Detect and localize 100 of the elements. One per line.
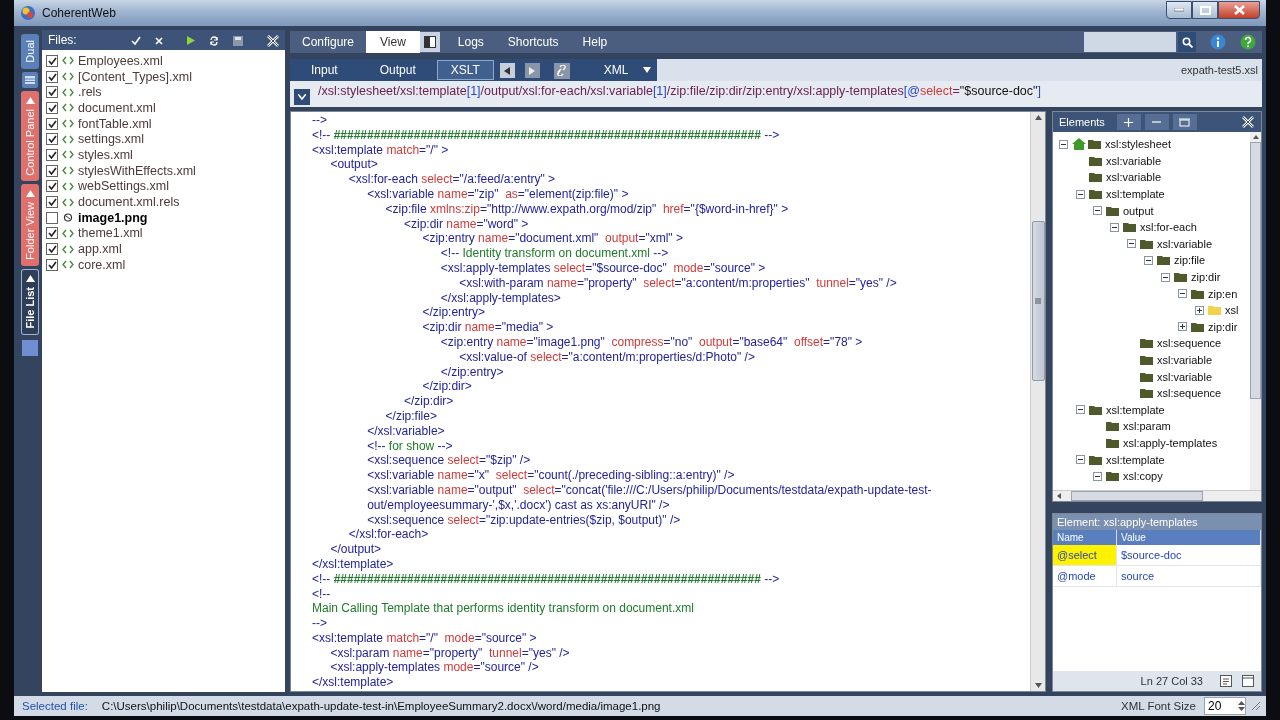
tree-item[interactable]: xsl:copy — [1123, 470, 1163, 483]
close-button[interactable] — [1218, 1, 1260, 19]
tree-item[interactable]: xsl:variable — [1106, 154, 1162, 167]
tree-item[interactable]: zip:dir — [1191, 271, 1221, 284]
tree-item[interactable]: xsl:template — [1106, 453, 1165, 466]
tree-item[interactable]: xsl:sequence — [1157, 337, 1222, 350]
file-name[interactable]: core.xml — [78, 257, 126, 272]
file-name[interactable]: Employees.xml — [78, 53, 163, 68]
tree-item[interactable]: xsl:template — [1106, 188, 1165, 201]
file-name[interactable]: webSettings.xml — [78, 179, 169, 194]
tree-item[interactable]: zip:dir — [1208, 320, 1238, 333]
layout-icon[interactable] — [419, 32, 440, 52]
collapse-icon[interactable] — [1127, 239, 1136, 249]
menu-item[interactable]: Help — [570, 31, 620, 53]
info-icon[interactable] — [1208, 32, 1228, 52]
font-size-field[interactable]: 20 — [1204, 697, 1246, 715]
view-tab[interactable]: XSLT — [436, 60, 494, 80]
view-tab[interactable]: Output — [358, 60, 437, 80]
tree-item[interactable]: xsl:variable — [1157, 370, 1213, 383]
checkbox[interactable] — [46, 148, 58, 161]
tree-item[interactable]: xsl:sequence — [1157, 387, 1222, 400]
tree-item[interactable]: xsl:variable — [1106, 171, 1162, 184]
panel-icon[interactable] — [22, 339, 38, 356]
side-tab[interactable]: File List — [21, 269, 39, 335]
next-icon[interactable] — [524, 63, 540, 78]
collapse-icon[interactable] — [1161, 272, 1170, 282]
expand-icon[interactable] — [1178, 322, 1187, 332]
checkbox[interactable] — [46, 211, 58, 224]
grip-icon[interactable] — [1035, 298, 1041, 304]
checkbox[interactable] — [46, 180, 58, 193]
scroll-up-icon[interactable] — [1252, 135, 1259, 139]
menu-item[interactable]: Configure — [290, 31, 367, 53]
menu-item[interactable]: Shortcuts — [495, 31, 571, 53]
file-name[interactable]: document.xml — [78, 100, 156, 115]
tree-item[interactable]: xsl:template — [1106, 403, 1165, 416]
scrollbar[interactable] — [1250, 132, 1261, 490]
tree-item[interactable]: xsl:apply-templates — [1123, 437, 1218, 449]
side-tab[interactable]: Dual — [21, 34, 39, 69]
table-cell[interactable]: @select — [1053, 545, 1117, 566]
search-field[interactable] — [1084, 32, 1176, 52]
menu-item[interactable]: Logs — [445, 31, 496, 53]
collapse-icon[interactable] — [1076, 189, 1085, 199]
table-cell[interactable]: @mode — [1053, 566, 1117, 587]
checkbox[interactable] — [46, 258, 58, 271]
scrollbar[interactable] — [1053, 490, 1261, 501]
minimize-button[interactable] — [1166, 1, 1192, 19]
file-name[interactable]: stylesWithEffects.xml — [78, 163, 196, 178]
file-name[interactable]: document.xml.rels — [78, 195, 180, 210]
collapse-icon[interactable] — [1093, 471, 1102, 481]
view-tab[interactable]: Input — [290, 60, 359, 80]
collapse-icon[interactable] — [1059, 139, 1068, 149]
collapse-all-icon[interactable] — [1172, 114, 1197, 130]
checkbox[interactable] — [46, 133, 58, 146]
scroll-left-icon[interactable] — [1057, 493, 1061, 499]
search-icon[interactable] — [1178, 32, 1196, 52]
spinner-arrows-icon[interactable] — [1238, 700, 1245, 712]
tree-item[interactable]: zip:en — [1208, 287, 1238, 300]
file-name[interactable]: [Content_Types].xml — [78, 69, 192, 84]
scrollbar[interactable] — [1030, 112, 1045, 691]
file-name[interactable]: image1.png — [78, 210, 148, 225]
list-icon[interactable] — [22, 71, 38, 88]
checkbox[interactable] — [46, 164, 58, 177]
tree-item[interactable]: output — [1123, 204, 1154, 217]
checkbox[interactable] — [46, 243, 58, 256]
file-name[interactable]: fontTable.xml — [78, 116, 152, 131]
checkbox[interactable] — [46, 117, 58, 130]
help-icon[interactable] — [1238, 32, 1258, 52]
collapse-icon[interactable] — [1144, 255, 1153, 265]
collapse-icon[interactable] — [1093, 206, 1102, 216]
expand-icon[interactable] — [1195, 305, 1204, 315]
collapse-icon[interactable] — [1178, 289, 1187, 299]
checkbox[interactable] — [46, 196, 58, 209]
previous-icon[interactable] — [499, 63, 515, 78]
checkbox[interactable] — [46, 101, 58, 114]
collapse-icon[interactable] — [1076, 455, 1085, 465]
tree-item[interactable]: xsl:for-each — [1140, 221, 1197, 234]
checkbox[interactable] — [46, 86, 58, 99]
tree-item[interactable]: xsl:variable — [1157, 354, 1213, 366]
menu-item[interactable]: View — [366, 31, 420, 53]
file-name[interactable]: app.xml — [78, 242, 122, 257]
checkbox[interactable] — [46, 54, 58, 67]
tree-item[interactable]: xsl:variable — [1157, 237, 1213, 250]
collapse-icon[interactable] — [1110, 222, 1119, 232]
file-name[interactable]: theme1.xml — [78, 226, 143, 241]
remove-icon[interactable] — [1144, 114, 1169, 130]
scroll-down-icon[interactable] — [1034, 683, 1042, 688]
add-icon[interactable] — [1116, 114, 1141, 130]
dropdown-caret-icon[interactable] — [642, 67, 651, 73]
dropdown-button[interactable] — [294, 89, 310, 105]
link-icon[interactable] — [553, 62, 570, 79]
collapse-icon[interactable] — [1076, 405, 1085, 415]
maximize-button[interactable] — [1192, 1, 1218, 19]
checkbox[interactable] — [46, 70, 58, 83]
file-name[interactable]: styles.xml — [78, 147, 133, 162]
scroll-up-icon[interactable] — [1034, 115, 1042, 120]
tree-item[interactable]: xsl:param — [1123, 420, 1171, 433]
tree-item[interactable]: xsl:stylesheet — [1105, 138, 1172, 151]
file-name[interactable]: .rels — [78, 85, 102, 100]
tree-item[interactable]: zip:file — [1174, 254, 1206, 267]
checkbox[interactable] — [46, 227, 58, 240]
